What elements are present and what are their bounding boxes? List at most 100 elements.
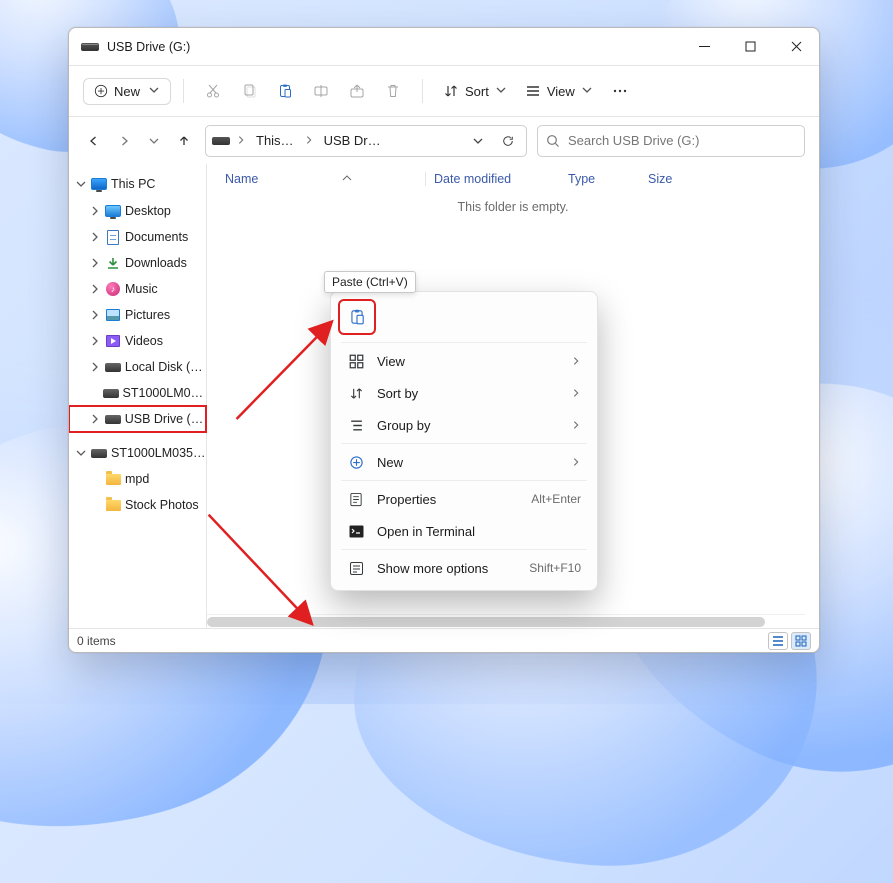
column-type[interactable]: Type [560, 172, 640, 186]
context-open-terminal[interactable]: Open in Terminal [337, 515, 591, 547]
sidebar-item-label: Documents [125, 230, 188, 244]
sidebar-item-label: Videos [125, 334, 163, 348]
chevron-down-icon[interactable] [75, 178, 87, 190]
chevron-down-icon [495, 84, 507, 99]
maximize-button[interactable] [727, 28, 773, 65]
new-button[interactable]: New [83, 78, 171, 105]
videos-icon [105, 333, 121, 349]
breadcrumb-usb-drive[interactable]: USB Dr… [318, 129, 387, 152]
search-input[interactable]: Search USB Drive (G:) [537, 125, 805, 157]
breadcrumb-this-pc[interactable]: This… [250, 129, 300, 152]
rename-button[interactable] [304, 74, 338, 108]
sidebar-item-this-pc[interactable]: This PC [69, 170, 206, 198]
sidebar-item-st-drive-d[interactable]: ST1000LM035 (D: [69, 440, 206, 466]
separator [341, 443, 587, 444]
chevron-right-icon[interactable] [89, 205, 101, 217]
item-count-label: 0 items [77, 634, 116, 648]
minimize-button[interactable] [681, 28, 727, 65]
separator [341, 480, 587, 481]
context-new[interactable]: New [337, 446, 591, 478]
details-view-button[interactable] [768, 632, 788, 650]
share-button[interactable] [340, 74, 374, 108]
cut-button[interactable] [196, 74, 230, 108]
horizontal-scrollbar[interactable] [207, 614, 805, 628]
sidebar-item-music[interactable]: ♪ Music [69, 276, 206, 302]
column-size[interactable]: Size [640, 172, 672, 186]
sidebar-item-usb-drive-g[interactable]: USB Drive (G:) [69, 406, 206, 432]
context-show-more-options[interactable]: Show more options Shift+F10 [337, 552, 591, 584]
command-bar: New Sort View [69, 65, 819, 117]
context-properties[interactable]: Properties Alt+Enter [337, 483, 591, 515]
separator [341, 342, 587, 343]
chevron-right-icon[interactable] [89, 283, 101, 295]
nav-arrows [83, 130, 195, 152]
chevron-right-icon [571, 455, 581, 470]
sidebar-item-local-disk-c[interactable]: Local Disk (C:) [69, 354, 206, 380]
navigation-pane[interactable]: This PC Desktop Documents [69, 164, 207, 628]
delete-button[interactable] [376, 74, 410, 108]
status-bar: 0 items [69, 628, 819, 652]
chevron-right-icon[interactable] [236, 133, 246, 148]
chevron-right-icon[interactable] [89, 231, 101, 243]
refresh-button[interactable] [494, 127, 522, 155]
downloads-icon [105, 255, 121, 271]
up-button[interactable] [173, 130, 195, 152]
chevron-right-icon[interactable] [304, 133, 314, 148]
group-icon [347, 418, 365, 433]
address-dropdown-button[interactable] [464, 127, 492, 155]
folder-icon [105, 471, 121, 487]
context-item-label: Show more options [377, 561, 517, 576]
column-name[interactable]: Name [225, 172, 425, 186]
sidebar-item-documents[interactable]: Documents [69, 224, 206, 250]
address-bar[interactable]: This… USB Dr… [205, 125, 527, 157]
column-date-modified[interactable]: Date modified [425, 172, 560, 186]
sidebar-item-pictures[interactable]: Pictures [69, 302, 206, 328]
more-button[interactable] [603, 74, 637, 108]
more-options-icon [347, 561, 365, 576]
column-label: Type [568, 172, 595, 186]
sidebar-item-downloads[interactable]: Downloads [69, 250, 206, 276]
context-view[interactable]: View [337, 345, 591, 377]
hdd-icon [91, 445, 107, 461]
sort-button-label: Sort [465, 84, 489, 99]
titlebar[interactable]: USB Drive (G:) [69, 28, 819, 65]
forward-button[interactable] [113, 130, 135, 152]
copy-button[interactable] [232, 74, 266, 108]
chevron-down-icon[interactable] [75, 447, 87, 459]
sort-button[interactable]: Sort [435, 78, 515, 104]
context-sort-by[interactable]: Sort by [337, 377, 591, 409]
chevron-right-icon [571, 418, 581, 433]
context-group-by[interactable]: Group by [337, 409, 591, 441]
chevron-right-icon[interactable] [89, 413, 101, 425]
back-button[interactable] [83, 130, 105, 152]
separator [422, 79, 423, 103]
sidebar-item-st-drive-i[interactable]: ST1000LM035 (I [69, 380, 206, 406]
sidebar-item-label: ST1000LM035 (D: [111, 446, 206, 460]
folder-icon [105, 497, 121, 513]
new-button-label: New [114, 84, 140, 99]
context-item-label: Open in Terminal [377, 524, 581, 539]
chevron-right-icon[interactable] [89, 335, 101, 347]
pictures-icon [105, 307, 121, 323]
view-button[interactable]: View [517, 78, 601, 104]
thumbnails-view-button[interactable] [791, 632, 811, 650]
sidebar-item-label: Stock Photos [125, 498, 199, 512]
drive-icon [212, 137, 230, 145]
close-button[interactable] [773, 28, 819, 65]
sidebar-item-stock-photos[interactable]: Stock Photos [69, 492, 206, 518]
recent-button[interactable] [143, 130, 165, 152]
sidebar-item-videos[interactable]: Videos [69, 328, 206, 354]
navigation-row: This… USB Dr… Search USB Drive (G:) [69, 117, 819, 164]
context-menu: View Sort by Group by New Properties Alt… [330, 291, 598, 591]
context-item-label: Group by [377, 418, 559, 433]
context-paste-button[interactable] [339, 300, 375, 334]
sidebar-item-desktop[interactable]: Desktop [69, 198, 206, 224]
scrollbar-thumb[interactable] [207, 617, 765, 627]
sidebar-item-mpd[interactable]: mpd [69, 466, 206, 492]
column-headers: Name Date modified Type Size [207, 164, 819, 194]
context-item-label: Properties [377, 492, 519, 507]
paste-button[interactable] [268, 74, 302, 108]
chevron-right-icon[interactable] [89, 361, 101, 373]
chevron-right-icon[interactable] [89, 309, 101, 321]
chevron-right-icon[interactable] [89, 257, 101, 269]
